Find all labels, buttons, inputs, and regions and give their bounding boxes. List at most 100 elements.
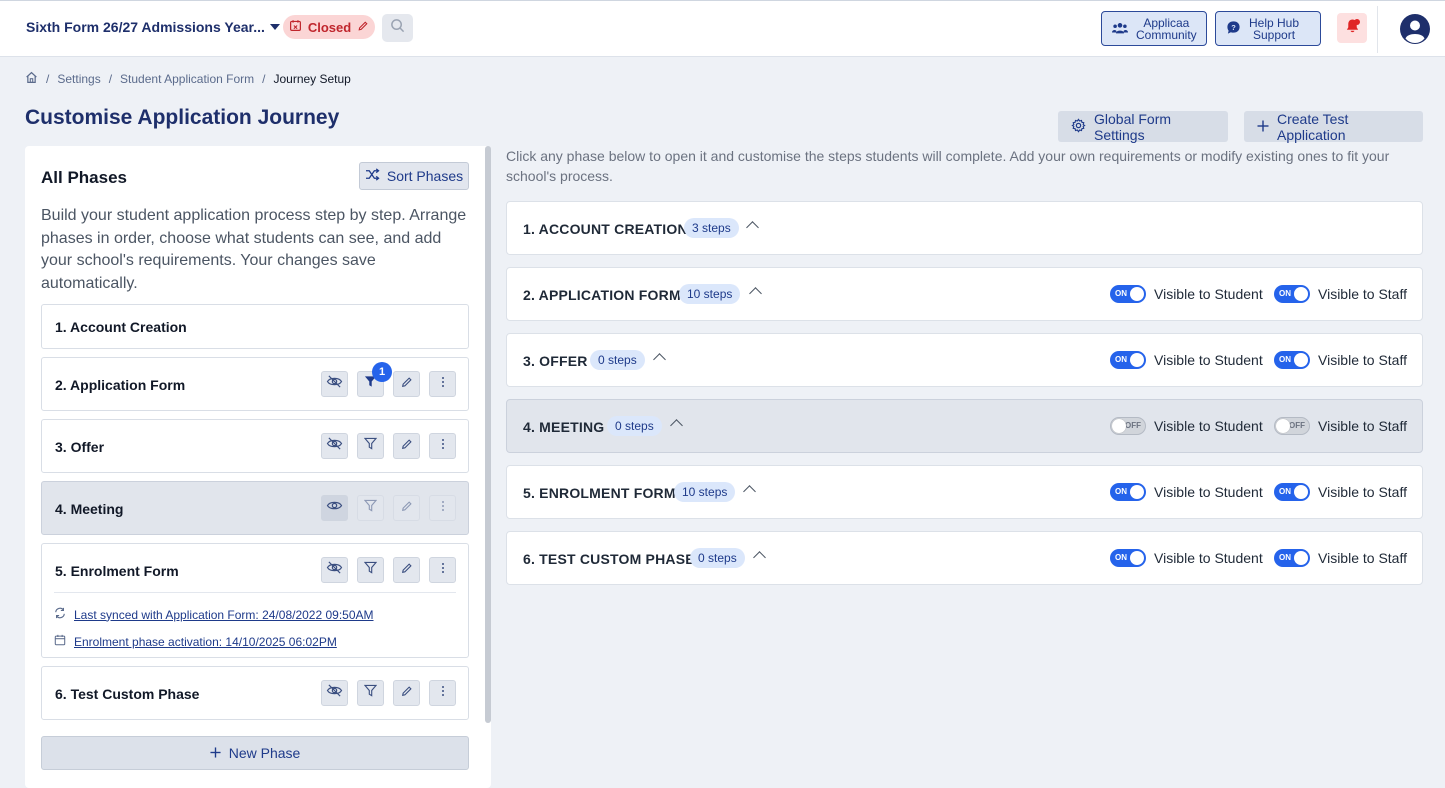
staff-visibility-toggle[interactable]: ON bbox=[1274, 285, 1310, 303]
filter-button[interactable] bbox=[357, 557, 384, 583]
phase-card-account-creation[interactable]: 1. Account Creation bbox=[41, 304, 469, 349]
breadcrumb-item-application-form[interactable]: Student Application Form bbox=[120, 72, 254, 86]
toggle-knob bbox=[1112, 419, 1126, 433]
gear-icon bbox=[1071, 117, 1086, 136]
hide-phase-button[interactable] bbox=[321, 557, 348, 583]
visible-to-staff-label: Visible to Staff bbox=[1318, 550, 1407, 566]
search-button[interactable] bbox=[382, 14, 413, 42]
pencil-icon bbox=[401, 437, 413, 455]
community-label: Applicaa Community bbox=[1136, 17, 1197, 41]
edit-phase-button[interactable] bbox=[393, 433, 420, 459]
student-visibility-toggle[interactable]: ON bbox=[1110, 483, 1146, 501]
phases-panel-title: All Phases bbox=[41, 168, 127, 187]
svg-text:?: ? bbox=[1231, 23, 1236, 32]
create-test-application-button[interactable]: Create Test Application bbox=[1244, 111, 1423, 143]
toggle-state: ON bbox=[1279, 355, 1291, 364]
phase-card-offer[interactable]: 3. Offer bbox=[41, 419, 469, 473]
chevron-up-icon[interactable] bbox=[670, 419, 683, 432]
student-visibility-toggle[interactable]: OFF bbox=[1110, 417, 1146, 435]
kebab-menu-icon bbox=[441, 684, 445, 702]
hide-phase-button[interactable] bbox=[321, 433, 348, 459]
chevron-up-icon[interactable] bbox=[746, 221, 759, 234]
status-badge[interactable]: Closed bbox=[283, 15, 375, 39]
student-visibility-toggle[interactable]: ON bbox=[1110, 549, 1146, 567]
phase-card-meeting[interactable]: 4. Meeting bbox=[41, 481, 469, 535]
chevron-up-icon[interactable] bbox=[653, 353, 666, 366]
edit-phase-button[interactable] bbox=[393, 680, 420, 706]
notifications-button[interactable] bbox=[1337, 13, 1367, 43]
community-button[interactable]: Applicaa Community bbox=[1101, 11, 1207, 46]
kebab-menu-icon bbox=[441, 499, 445, 517]
eye-icon bbox=[326, 498, 343, 518]
breadcrumb-item-settings[interactable]: Settings bbox=[57, 72, 100, 86]
panel-scrollbar[interactable] bbox=[485, 146, 491, 723]
show-phase-button[interactable] bbox=[321, 495, 348, 521]
more-options-button[interactable] bbox=[429, 680, 456, 706]
last-synced-link[interactable]: Last synced with Application Form: 24/08… bbox=[54, 607, 374, 622]
toggle-state: ON bbox=[1115, 553, 1127, 562]
edit-phase-button[interactable] bbox=[393, 495, 420, 521]
phase-card-enrolment-form[interactable]: 5. Enrolment Form Last synced with Appli… bbox=[41, 543, 469, 658]
staff-visibility-toggle[interactable]: ON bbox=[1274, 351, 1310, 369]
phase-card-test-custom-phase[interactable]: 6. Test Custom Phase bbox=[41, 666, 469, 720]
hide-phase-button[interactable] bbox=[321, 680, 348, 706]
filter-icon bbox=[363, 684, 378, 702]
phase-card-application-form[interactable]: 2. Application Form 1 bbox=[41, 357, 469, 411]
toggle-state: ON bbox=[1279, 289, 1291, 298]
sort-phases-button[interactable]: Sort Phases bbox=[359, 162, 469, 190]
staff-visibility-toggle[interactable]: ON bbox=[1274, 549, 1310, 567]
user-avatar-icon[interactable] bbox=[1399, 13, 1431, 45]
student-visibility: ON Visible to Student bbox=[1110, 351, 1263, 369]
visible-to-staff-label: Visible to Staff bbox=[1318, 352, 1407, 368]
edit-phase-button[interactable] bbox=[393, 557, 420, 583]
toggle-knob bbox=[1276, 419, 1290, 433]
new-phase-label: New Phase bbox=[228, 745, 301, 761]
year-selector-label: Sixth Form 26/27 Admissions Year... bbox=[26, 19, 265, 35]
refresh-icon bbox=[54, 607, 66, 622]
staff-visibility-toggle[interactable]: ON bbox=[1274, 483, 1310, 501]
breadcrumb-separator: / bbox=[46, 72, 50, 86]
journey-phase-meeting[interactable]: 4. MEETING 0 steps OFF Visible to Studen… bbox=[506, 399, 1423, 453]
toggle-knob bbox=[1294, 353, 1308, 367]
student-visibility: ON Visible to Student bbox=[1110, 549, 1263, 567]
journey-phase-application-form[interactable]: 2. APPLICATION FORM 10 steps ON Visible … bbox=[506, 267, 1423, 321]
home-icon[interactable] bbox=[25, 71, 38, 87]
filter-button[interactable] bbox=[357, 680, 384, 706]
visible-to-staff-label: Visible to Staff bbox=[1318, 286, 1407, 302]
student-visibility-toggle[interactable]: ON bbox=[1110, 285, 1146, 303]
chevron-up-icon[interactable] bbox=[749, 287, 762, 300]
chevron-up-icon[interactable] bbox=[743, 485, 756, 498]
filter-button[interactable]: 1 bbox=[357, 362, 392, 397]
toggle-state: ON bbox=[1115, 355, 1127, 364]
breadcrumb-separator: / bbox=[262, 72, 266, 86]
journey-phase-enrolment-form[interactable]: 5. ENROLMENT FORM 10 steps ON Visible to… bbox=[506, 465, 1423, 519]
chevron-up-icon[interactable] bbox=[753, 551, 766, 564]
student-visibility-toggle[interactable]: ON bbox=[1110, 351, 1146, 369]
year-selector[interactable]: Sixth Form 26/27 Admissions Year... bbox=[26, 19, 280, 35]
visible-to-student-label: Visible to Student bbox=[1154, 352, 1263, 368]
help-label-line2: Support bbox=[1253, 27, 1296, 42]
more-options-button[interactable] bbox=[429, 495, 456, 521]
steps-badge: 0 steps bbox=[690, 548, 745, 568]
journey-phase-account-creation[interactable]: 1. ACCOUNT CREATION 3 steps bbox=[506, 201, 1423, 255]
toggle-knob bbox=[1294, 485, 1308, 499]
more-options-button[interactable] bbox=[429, 433, 456, 459]
new-phase-button[interactable]: New Phase bbox=[41, 736, 469, 770]
global-form-settings-button[interactable]: Global Form Settings bbox=[1058, 111, 1228, 143]
journey-phase-test-custom-phase[interactable]: 6. TEST CUSTOM PHASE 0 steps ON Visible … bbox=[506, 531, 1423, 585]
more-options-button[interactable] bbox=[429, 557, 456, 583]
activation-date-link[interactable]: Enrolment phase activation: 14/10/2025 0… bbox=[54, 634, 337, 649]
eye-off-icon bbox=[326, 374, 343, 394]
pencil-icon bbox=[401, 684, 413, 702]
filter-button[interactable] bbox=[357, 495, 384, 521]
visible-to-student-label: Visible to Student bbox=[1154, 484, 1263, 500]
student-visibility: ON Visible to Student bbox=[1110, 285, 1263, 303]
edit-phase-button[interactable] bbox=[393, 371, 420, 397]
filter-button[interactable] bbox=[357, 433, 384, 459]
more-options-button[interactable] bbox=[429, 371, 456, 397]
journey-phase-offer[interactable]: 3. OFFER 0 steps ON Visible to Student O… bbox=[506, 333, 1423, 387]
help-hub-button[interactable]: ? Help Hub Support bbox=[1215, 11, 1321, 46]
plus-icon bbox=[1257, 119, 1269, 135]
staff-visibility-toggle[interactable]: OFF bbox=[1274, 417, 1310, 435]
hide-phase-button[interactable] bbox=[321, 371, 348, 397]
